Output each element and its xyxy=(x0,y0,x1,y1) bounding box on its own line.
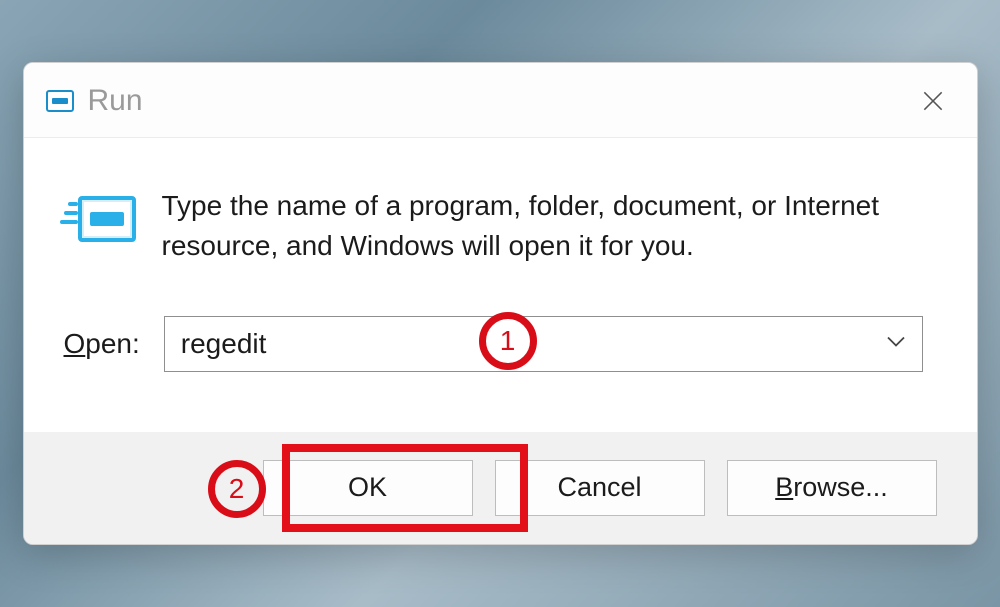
run-dialog: Run Type the name of a program, folder, … xyxy=(23,62,978,545)
run-titlebar-icon xyxy=(46,90,74,112)
open-label: Open: xyxy=(64,328,140,360)
open-combobox[interactable] xyxy=(164,316,923,372)
dialog-body: Type the name of a program, folder, docu… xyxy=(24,138,977,432)
browse-button[interactable]: Browse... xyxy=(727,460,937,516)
button-bar: 2 OK Cancel Browse... xyxy=(24,432,977,544)
browse-button-label: Browse... xyxy=(775,472,888,503)
chevron-down-icon[interactable] xyxy=(886,334,906,353)
window-title: Run xyxy=(88,84,143,118)
close-button[interactable] xyxy=(911,79,955,123)
titlebar: Run xyxy=(24,63,977,138)
run-icon xyxy=(64,192,136,248)
description-text: Type the name of a program, folder, docu… xyxy=(162,186,923,266)
ok-button-label: OK xyxy=(348,472,387,503)
annotation-step-1: 1 xyxy=(479,312,537,370)
description-row: Type the name of a program, folder, docu… xyxy=(64,186,923,266)
annotation-step-2: 2 xyxy=(208,460,266,518)
cancel-button-label: Cancel xyxy=(557,472,641,503)
open-row: Open: 1 xyxy=(64,316,923,372)
open-input[interactable] xyxy=(181,328,906,360)
close-icon xyxy=(920,88,946,114)
cancel-button[interactable]: Cancel xyxy=(495,460,705,516)
ok-button[interactable]: OK xyxy=(263,460,473,516)
